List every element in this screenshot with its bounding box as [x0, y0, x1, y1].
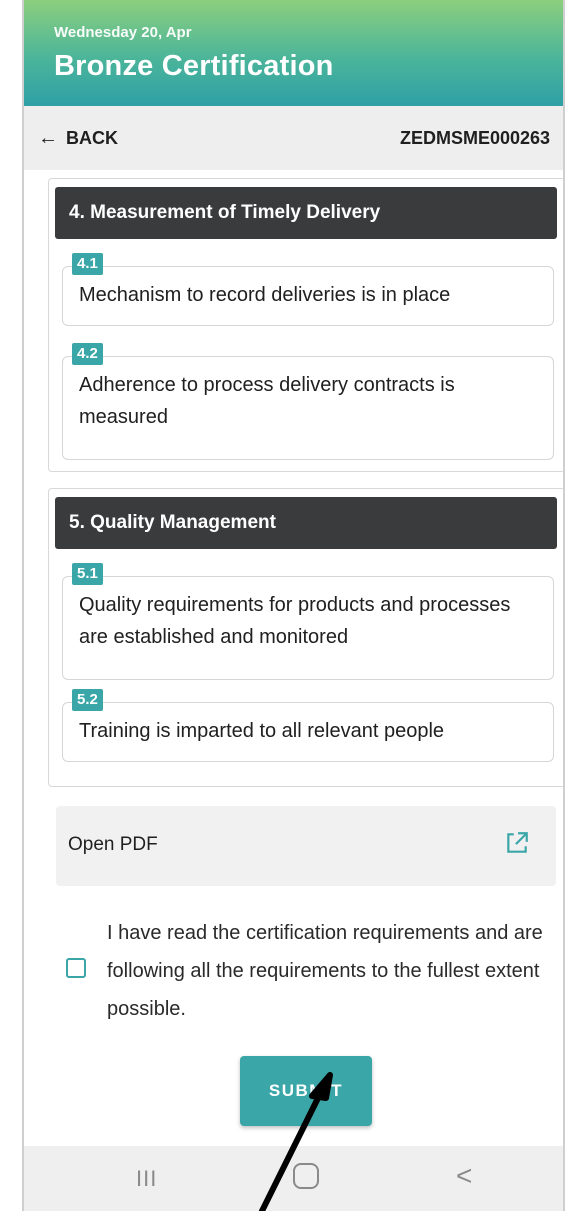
reference-number: ZEDMSME000263	[400, 128, 551, 148]
requirement-number: 4.2	[72, 343, 103, 365]
requirement-text: Adherence to process delivery contracts …	[62, 356, 554, 460]
open-pdf-label: Open PDF	[68, 834, 158, 855]
system-nav-bar: III <	[24, 1146, 563, 1211]
external-link-icon	[507, 832, 528, 853]
requirement-number: 4.1	[72, 253, 103, 275]
agreement-text: I have read the certification requiremen…	[107, 922, 543, 1020]
requirement-number: 5.1	[72, 563, 103, 585]
open-pdf-button[interactable]: Open PDF	[56, 806, 556, 886]
system-back-button[interactable]: <	[456, 1160, 472, 1192]
requirement-text: Training is imparted to all relevant peo…	[62, 702, 554, 762]
requirement-text: Mechanism to record deliveries is in pla…	[62, 266, 554, 326]
header-date: Wednesday 20, Apr	[54, 24, 192, 41]
back-arrow-icon: ←	[38, 127, 58, 149]
sub-toolbar: ← BACK ZEDMSME000263	[24, 106, 563, 170]
back-label: BACK	[66, 128, 118, 148]
agreement-checkbox[interactable]	[66, 958, 86, 978]
page-title: Bronze Certification	[54, 50, 334, 82]
section-quality-management: 5. Quality Management 5.1 Quality requir…	[48, 488, 563, 787]
section-title: 5. Quality Management	[55, 497, 557, 549]
agreement-row: I have read the certification requiremen…	[66, 914, 546, 1024]
content-area[interactable]: 4. Measurement of Timely Delivery 4.1 Me…	[24, 170, 563, 1140]
app-header: Wednesday 20, Apr Bronze Certification	[24, 0, 563, 106]
recent-apps-button[interactable]: III	[136, 1166, 157, 1192]
requirement-text: Quality requirements for products and pr…	[62, 576, 554, 680]
app-screen: Wednesday 20, Apr Bronze Certification ←…	[24, 0, 563, 1211]
section-timely-delivery: 4. Measurement of Timely Delivery 4.1 Me…	[48, 178, 563, 472]
requirement-number: 5.2	[72, 689, 103, 711]
section-title: 4. Measurement of Timely Delivery	[55, 187, 557, 239]
submit-button[interactable]: SUBMIT	[240, 1056, 372, 1126]
home-button[interactable]	[293, 1163, 319, 1189]
back-button[interactable]: ← BACK	[38, 127, 118, 150]
